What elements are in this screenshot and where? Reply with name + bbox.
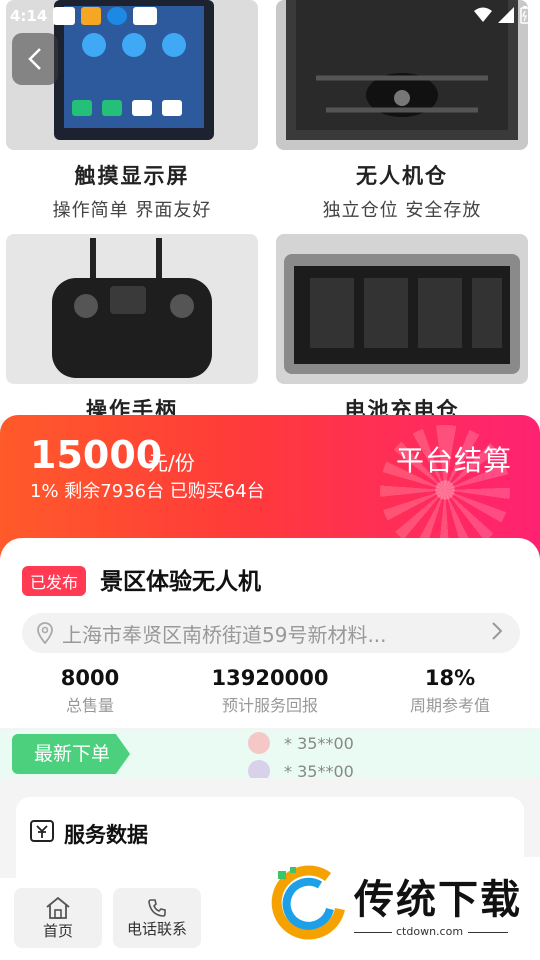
location-pin-icon <box>37 622 53 644</box>
ticker-row: * 35**00 <box>248 760 354 778</box>
wifi-icon <box>474 7 492 22</box>
product-photo-battery-bay <box>276 234 528 384</box>
stat-value: 8000 <box>60 666 120 690</box>
stat-total-sales: 8000 总售量 <box>0 666 180 716</box>
stat-value: 18% <box>424 666 476 690</box>
product-title: 触摸显示屏 <box>74 164 190 188</box>
watermark-name: 传统下载 <box>354 877 522 923</box>
latest-orders-ticker: 最新下单 * 35**00 * 35**00 <box>0 730 540 778</box>
app-notification-icon <box>81 7 102 25</box>
product-photo-controller <box>6 234 258 384</box>
service-data-title: 服务数据 <box>64 823 148 847</box>
nav-phone-label: 电话联系 <box>126 919 187 938</box>
watermark-logo: 传统下载 ctdown.com <box>262 857 540 960</box>
app-notification-icon <box>133 7 158 25</box>
item-info-card: 已发布 景区体验无人机 上海市奉贤区南桥街道59号新材料... 8000 总售量… <box>0 538 540 728</box>
stat-label: 预计服务回报 <box>221 696 318 715</box>
item-title: 景区体验无人机 <box>100 569 261 595</box>
home-icon <box>46 896 70 919</box>
yuan-chart-icon <box>30 820 54 842</box>
stat-expected-return: 13920000 预计服务回报 <box>180 666 360 716</box>
watermark-url: ctdown.com <box>396 925 464 938</box>
stat-value: 13920000 <box>211 666 329 690</box>
status-time: 4:14 <box>10 7 48 25</box>
stat-label: 周期参考值 <box>409 696 490 715</box>
product-card-drone-bay[interactable]: 无人机仓 独立仓位 安全存放 <box>276 0 528 222</box>
product-card-controller[interactable]: 操作手柄 <box>6 234 258 424</box>
status-badge: 已发布 <box>22 566 87 596</box>
stat-cycle-reference: 18% 周期参考值 <box>360 666 540 716</box>
price-unit: 元/份 <box>148 451 195 475</box>
product-card-battery-bay[interactable]: 电池充电仓 <box>276 234 528 424</box>
download-icon <box>107 7 128 25</box>
price-meta: 1% 剩余7936台 已购买64台 <box>30 481 265 502</box>
product-title: 无人机仓 <box>356 164 448 188</box>
status-bar: 4:14 <box>0 0 540 32</box>
ticker-text: * 35**00 <box>284 761 354 779</box>
watermark-logo-icon <box>271 865 345 940</box>
nav-home-button[interactable]: 首页 <box>14 888 102 948</box>
address-row[interactable]: 上海市奉贤区南桥街道59号新材料... <box>22 613 520 653</box>
product-gallery: 触摸显示屏 操作简单 界面友好 无人机仓 独立仓位 安全存放 操作手柄 电池充电… <box>0 0 540 422</box>
nav-home-label: 首页 <box>42 921 73 940</box>
divider <box>354 932 392 933</box>
chevron-left-icon <box>28 48 41 70</box>
address-text: 上海市奉贤区南桥街道59号新材料... <box>62 622 387 647</box>
back-button[interactable] <box>12 33 58 85</box>
app-notification-icon <box>53 7 76 25</box>
stats-row: 8000 总售量 13920000 预计服务回报 18% 周期参考值 <box>0 666 540 716</box>
nav-phone-button[interactable]: 电话联系 <box>113 888 201 948</box>
ticker-row: * 35**00 <box>248 732 354 754</box>
product-subtitle: 操作简单 界面友好 <box>52 200 212 221</box>
avatar <box>248 760 270 778</box>
stat-label: 总售量 <box>65 696 114 715</box>
divider <box>468 932 508 933</box>
battery-icon <box>520 6 530 24</box>
platform-settle-button[interactable]: 平台结算 <box>396 439 512 479</box>
phone-icon <box>148 898 166 917</box>
ticker-text: * 35**00 <box>284 733 354 753</box>
chevron-right-icon <box>492 621 503 646</box>
product-subtitle: 独立仓位 安全存放 <box>322 200 482 221</box>
avatar <box>248 732 270 754</box>
price-amount: 15000 <box>30 433 163 477</box>
signal-icon <box>498 7 514 23</box>
latest-orders-tag: 最新下单 <box>12 734 130 774</box>
